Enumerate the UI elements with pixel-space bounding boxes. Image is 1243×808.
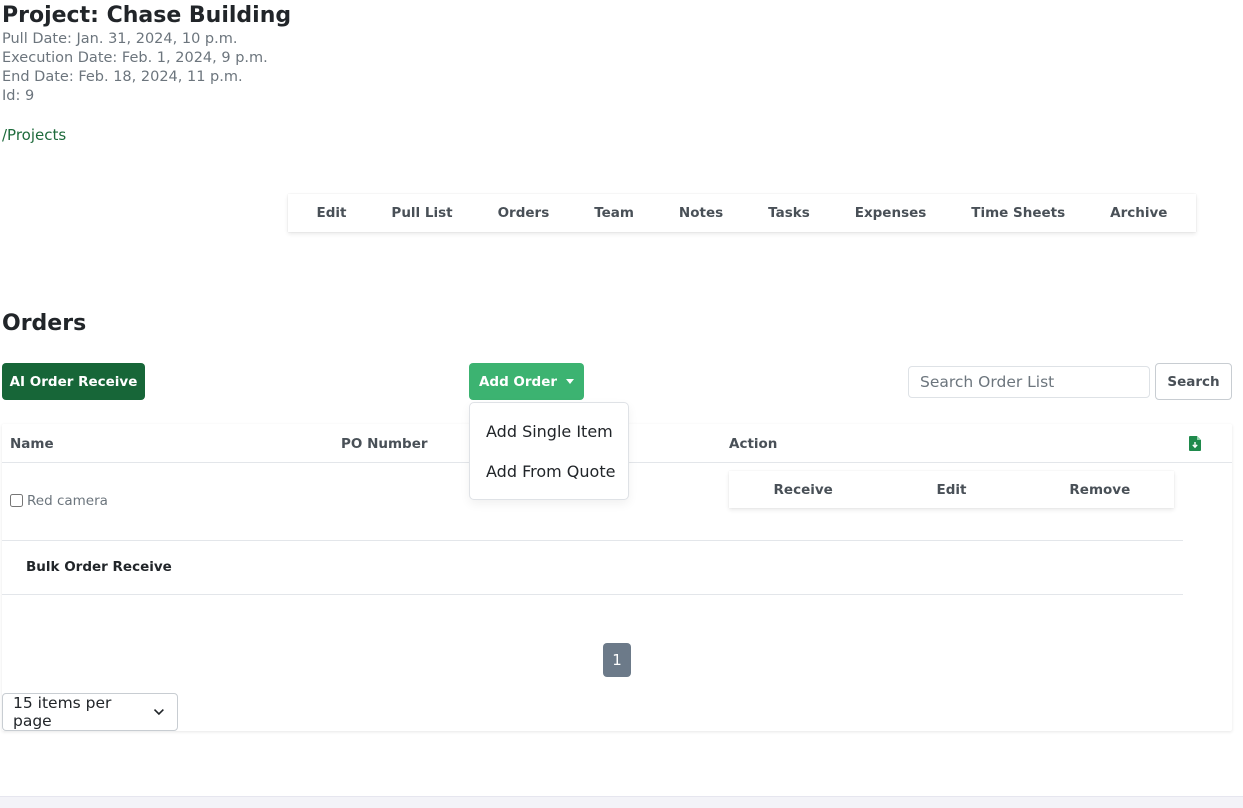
orders-title: Orders	[2, 311, 87, 336]
search-button[interactable]: Search	[1155, 363, 1232, 400]
edit-order-button[interactable]: Edit	[877, 471, 1025, 508]
subnav-orders[interactable]: Orders	[498, 205, 550, 221]
project-id: Id: 9	[2, 88, 35, 104]
column-header-action: Action	[729, 436, 778, 452]
row-divider	[2, 540, 1183, 541]
receive-button[interactable]: Receive	[729, 471, 877, 508]
add-order-dropdown-menu: Add Single Item Add From Quote	[469, 402, 629, 500]
project-subnav: Edit Pull List Orders Team Notes Tasks E…	[288, 194, 1196, 232]
subnav-tasks[interactable]: Tasks	[768, 205, 810, 221]
column-header-po-number: PO Number	[341, 436, 428, 452]
search-order-input[interactable]	[908, 366, 1150, 398]
subnav-time-sheets[interactable]: Time Sheets	[971, 205, 1065, 221]
footer-band	[0, 796, 1243, 808]
subnav-archive[interactable]: Archive	[1110, 205, 1167, 221]
items-per-page-value: 15 items per page	[13, 694, 112, 730]
row-actions: Receive Edit Remove	[729, 471, 1174, 508]
remove-order-button[interactable]: Remove	[1026, 471, 1174, 508]
ai-order-receive-button[interactable]: AI Order Receive	[2, 363, 145, 400]
add-from-quote-option[interactable]: Add From Quote	[486, 462, 615, 482]
chevron-down-icon	[154, 708, 165, 716]
subnav-team[interactable]: Team	[594, 205, 634, 221]
subnav-notes[interactable]: Notes	[679, 205, 723, 221]
column-header-name: Name	[10, 436, 54, 452]
add-order-label: Add Order	[478, 373, 558, 390]
execution-date: Execution Date: Feb. 1, 2024, 9 p.m.	[2, 50, 268, 66]
order-name: Red camera	[27, 493, 108, 509]
subnav-expenses[interactable]: Expenses	[855, 205, 927, 221]
add-order-button[interactable]: Add Order	[469, 363, 584, 400]
caret-down-icon	[566, 379, 575, 384]
bulk-divider	[2, 594, 1183, 595]
add-single-item-option[interactable]: Add Single Item	[486, 422, 613, 442]
file-export-icon[interactable]	[1189, 436, 1201, 451]
breadcrumb-projects-link[interactable]: /Projects	[2, 126, 66, 145]
subnav-pull-list[interactable]: Pull List	[391, 205, 452, 221]
pagination-page-1[interactable]: 1	[603, 643, 631, 677]
end-date: End Date: Feb. 18, 2024, 11 p.m.	[2, 69, 243, 85]
row-checkbox[interactable]	[10, 494, 23, 507]
bulk-order-receive-button[interactable]: Bulk Order Receive	[26, 559, 172, 575]
project-title: Project: Chase Building	[2, 3, 292, 28]
items-per-page-select[interactable]: 15 items per page	[2, 693, 178, 731]
pull-date: Pull Date: Jan. 31, 2024, 10 p.m.	[2, 31, 238, 47]
subnav-edit[interactable]: Edit	[316, 205, 346, 221]
